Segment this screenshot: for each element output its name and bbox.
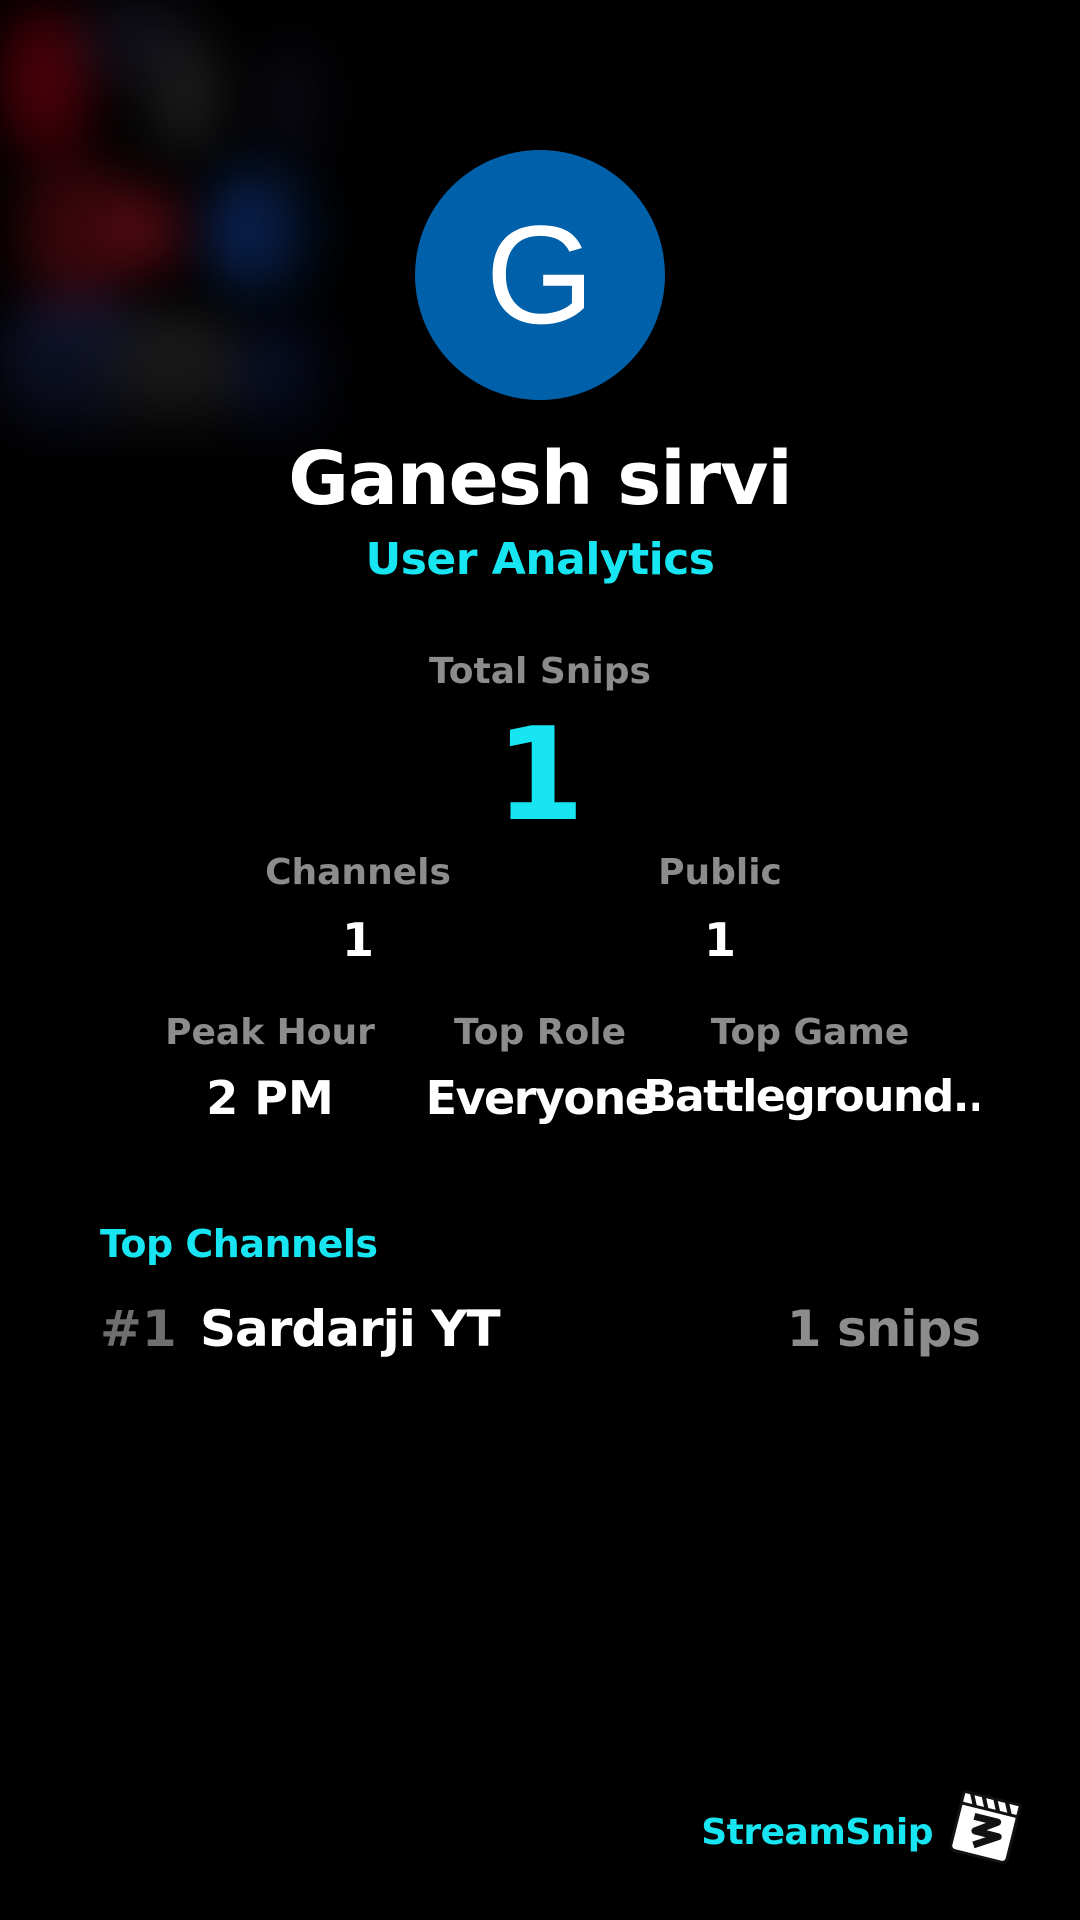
top-game-stat: Top Game Battleground.. [643,1012,979,1122]
total-snips-label: Total Snips [429,651,651,692]
user-name: Ganesh sirvi [288,436,793,522]
channels-label: Channels [265,852,451,893]
brand-name: StreamSnip [701,1812,933,1853]
channel-name: Sardarji YT [200,1300,501,1358]
avatar: G [415,150,665,400]
peak-hour-value: 2 PM [206,1071,334,1125]
top-role-stat: Top Role Everyone [426,1012,656,1125]
top-role-label: Top Role [453,1012,627,1053]
public-label: Public [658,852,782,893]
public-stat: Public 1 [620,852,820,967]
peak-hour-stat: Peak Hour 2 PM [160,1012,380,1125]
top-game-value: Battleground.. [643,1071,979,1122]
total-snips-value: 1 [495,701,585,850]
channels-value: 1 [341,913,374,967]
top-role-value: Everyone [425,1071,656,1125]
top-game-label: Top Game [710,1012,910,1053]
channel-rank: #1 [100,1300,177,1358]
channels-stat: Channels 1 [258,852,458,967]
top-channels-title: Top Channels [100,1222,378,1266]
channel-snip-count: 1 snips [786,1300,981,1358]
analytics-screen: G Ganesh sirvi User Analytics Total Snip… [0,0,1080,1920]
list-item: #1 Sardarji YT 1 snips [100,1300,981,1370]
page-subtitle: User Analytics [365,534,716,585]
peak-hour-label: Peak Hour [165,1012,375,1053]
clapperboard-icon [950,1790,1022,1864]
avatar-initial: G [485,196,595,353]
public-value: 1 [703,913,736,967]
